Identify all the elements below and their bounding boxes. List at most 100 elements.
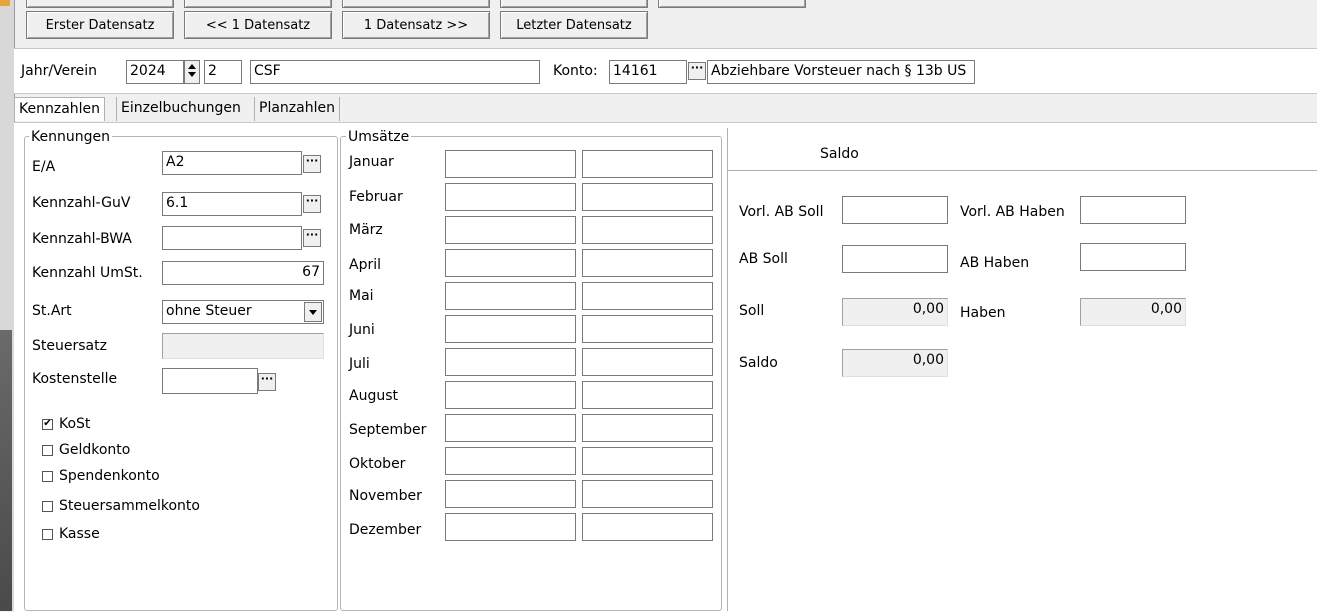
next-record-button[interactable]: 1 Datensatz >>: [342, 11, 490, 39]
account-label: Konto:: [553, 63, 598, 79]
top-partial-button-3[interactable]: [342, 0, 490, 8]
month-haben-cell[interactable]: [582, 282, 713, 310]
checkbox-steuersammelkonto[interactable]: Steuersammelkonto: [42, 498, 200, 514]
year-spinner[interactable]: [184, 60, 200, 84]
month-haben-cell[interactable]: [582, 150, 713, 178]
saldo-header: Saldo: [820, 146, 859, 162]
steuersatz-input[interactable]: [162, 333, 324, 359]
month-soll-cell[interactable]: [445, 414, 576, 442]
st-art-dropdown-button[interactable]: [304, 302, 322, 322]
month-haben-cell[interactable]: [582, 414, 713, 442]
club-name-input[interactable]: CSF: [250, 60, 540, 84]
checkbox-icon[interactable]: [42, 444, 53, 456]
kostenstelle-input[interactable]: [162, 368, 258, 394]
st-art-value: ohne Steuer: [166, 303, 252, 319]
month-label: August: [349, 388, 398, 404]
vorl-ab-soll-label: Vorl. AB Soll: [739, 204, 824, 220]
last-record-button[interactable]: Letzter Datensatz: [500, 11, 648, 39]
month-haben-cell[interactable]: [582, 249, 713, 277]
month-haben-cell[interactable]: [582, 183, 713, 211]
month-soll-cell[interactable]: [445, 150, 576, 178]
checkbox-icon[interactable]: [42, 528, 53, 540]
tab-kennzahlen-label: Kennzahlen: [19, 101, 101, 117]
month-soll-cell[interactable]: [445, 183, 576, 211]
month-soll-cell[interactable]: [445, 282, 576, 310]
month-haben-cell[interactable]: [582, 513, 713, 541]
ab-soll-label: AB Soll: [739, 251, 788, 267]
month-label: Februar: [349, 189, 403, 205]
steuersatz-label: Steuersatz: [32, 338, 107, 354]
checkbox-spendenkonto[interactable]: Spendenkonto: [42, 468, 160, 484]
top-partial-button-4[interactable]: [500, 0, 648, 8]
top-partial-button-5[interactable]: [658, 0, 806, 8]
month-soll-cell[interactable]: [445, 249, 576, 277]
ea-lookup-button[interactable]: ···: [303, 155, 321, 173]
bwa-lookup-button[interactable]: ···: [303, 229, 321, 247]
ust-input[interactable]: 67: [162, 261, 324, 285]
month-haben-cell[interactable]: [582, 480, 713, 508]
account-lookup-button[interactable]: ···: [688, 62, 706, 80]
month-label: März: [349, 222, 383, 238]
chevron-down-icon: [309, 310, 317, 315]
bwa-label: Kennzahl-BWA: [32, 231, 132, 247]
guv-input[interactable]: 6.1: [162, 192, 302, 216]
top-partial-button-2[interactable]: [184, 0, 332, 8]
tab-kennzahlen[interactable]: Kennzahlen: [14, 97, 106, 121]
haben-label: Haben: [960, 305, 1006, 321]
month-haben-cell[interactable]: [582, 315, 713, 343]
month-soll-cell[interactable]: [445, 480, 576, 508]
guv-label: Kennzahl-GuV: [32, 195, 131, 211]
vorl-ab-haben-label: Vorl. AB Haben: [960, 204, 1065, 220]
ea-label: E/A: [32, 159, 56, 175]
month-haben-cell[interactable]: [582, 381, 713, 409]
soll-value: 0,00: [842, 298, 948, 326]
month-label: Mai: [349, 288, 374, 304]
check-icon[interactable]: ✔: [42, 418, 53, 430]
checkbox-kost[interactable]: ✔ KoSt: [42, 416, 90, 432]
bwa-input[interactable]: [162, 226, 302, 250]
top-partial-button-1[interactable]: [26, 0, 174, 8]
checkbox-icon[interactable]: [42, 470, 53, 482]
ab-soll-input[interactable]: [842, 245, 948, 273]
account-number-input[interactable]: 14161: [609, 60, 687, 84]
haben-value: 0,00: [1080, 298, 1186, 326]
month-soll-cell[interactable]: [445, 315, 576, 343]
tab-planzahlen-label: Planzahlen: [259, 100, 335, 116]
month-label: April: [349, 257, 381, 273]
month-soll-cell[interactable]: [445, 216, 576, 244]
month-label: Juni: [349, 322, 375, 338]
tab-einzelbuchungen[interactable]: Einzelbuchungen: [116, 97, 245, 121]
month-soll-cell[interactable]: [445, 513, 576, 541]
tab-planzahlen[interactable]: Planzahlen: [254, 97, 340, 121]
kostenstelle-label: Kostenstelle: [32, 371, 118, 387]
prev-record-button[interactable]: << 1 Datensatz: [184, 11, 332, 39]
st-art-select[interactable]: ohne Steuer: [162, 300, 324, 324]
first-record-button[interactable]: Erster Datensatz: [26, 11, 174, 39]
vorl-ab-soll-input[interactable]: [842, 196, 948, 224]
month-haben-cell[interactable]: [582, 216, 713, 244]
month-soll-cell[interactable]: [445, 348, 576, 376]
month-soll-cell[interactable]: [445, 381, 576, 409]
spin-up-icon[interactable]: [188, 64, 196, 69]
club-number-input[interactable]: 2: [204, 60, 242, 84]
vorl-ab-haben-input[interactable]: [1080, 196, 1186, 224]
guv-lookup-button[interactable]: ···: [303, 195, 321, 213]
month-haben-cell[interactable]: [582, 348, 713, 376]
kennungen-group-title: Kennungen: [29, 129, 112, 145]
ab-haben-label: AB Haben: [960, 255, 1030, 271]
spin-down-icon[interactable]: [188, 72, 196, 77]
saldo-label: Saldo: [739, 355, 778, 371]
ab-haben-input[interactable]: [1080, 243, 1186, 271]
month-haben-cell[interactable]: [582, 447, 713, 475]
checkbox-geldkonto[interactable]: Geldkonto: [42, 442, 130, 458]
year-club-label: Jahr/Verein: [21, 63, 97, 79]
checkbox-kasse[interactable]: Kasse: [42, 526, 100, 542]
left-strip-accent: [0, 0, 10, 6]
month-soll-cell[interactable]: [445, 447, 576, 475]
st-art-label: St.Art: [32, 303, 72, 319]
checkbox-icon[interactable]: [42, 500, 53, 512]
soll-label: Soll: [739, 303, 765, 319]
ea-input[interactable]: A2: [162, 151, 302, 175]
kostenstelle-lookup-button[interactable]: ···: [258, 373, 276, 391]
year-input[interactable]: 2024: [126, 60, 184, 84]
